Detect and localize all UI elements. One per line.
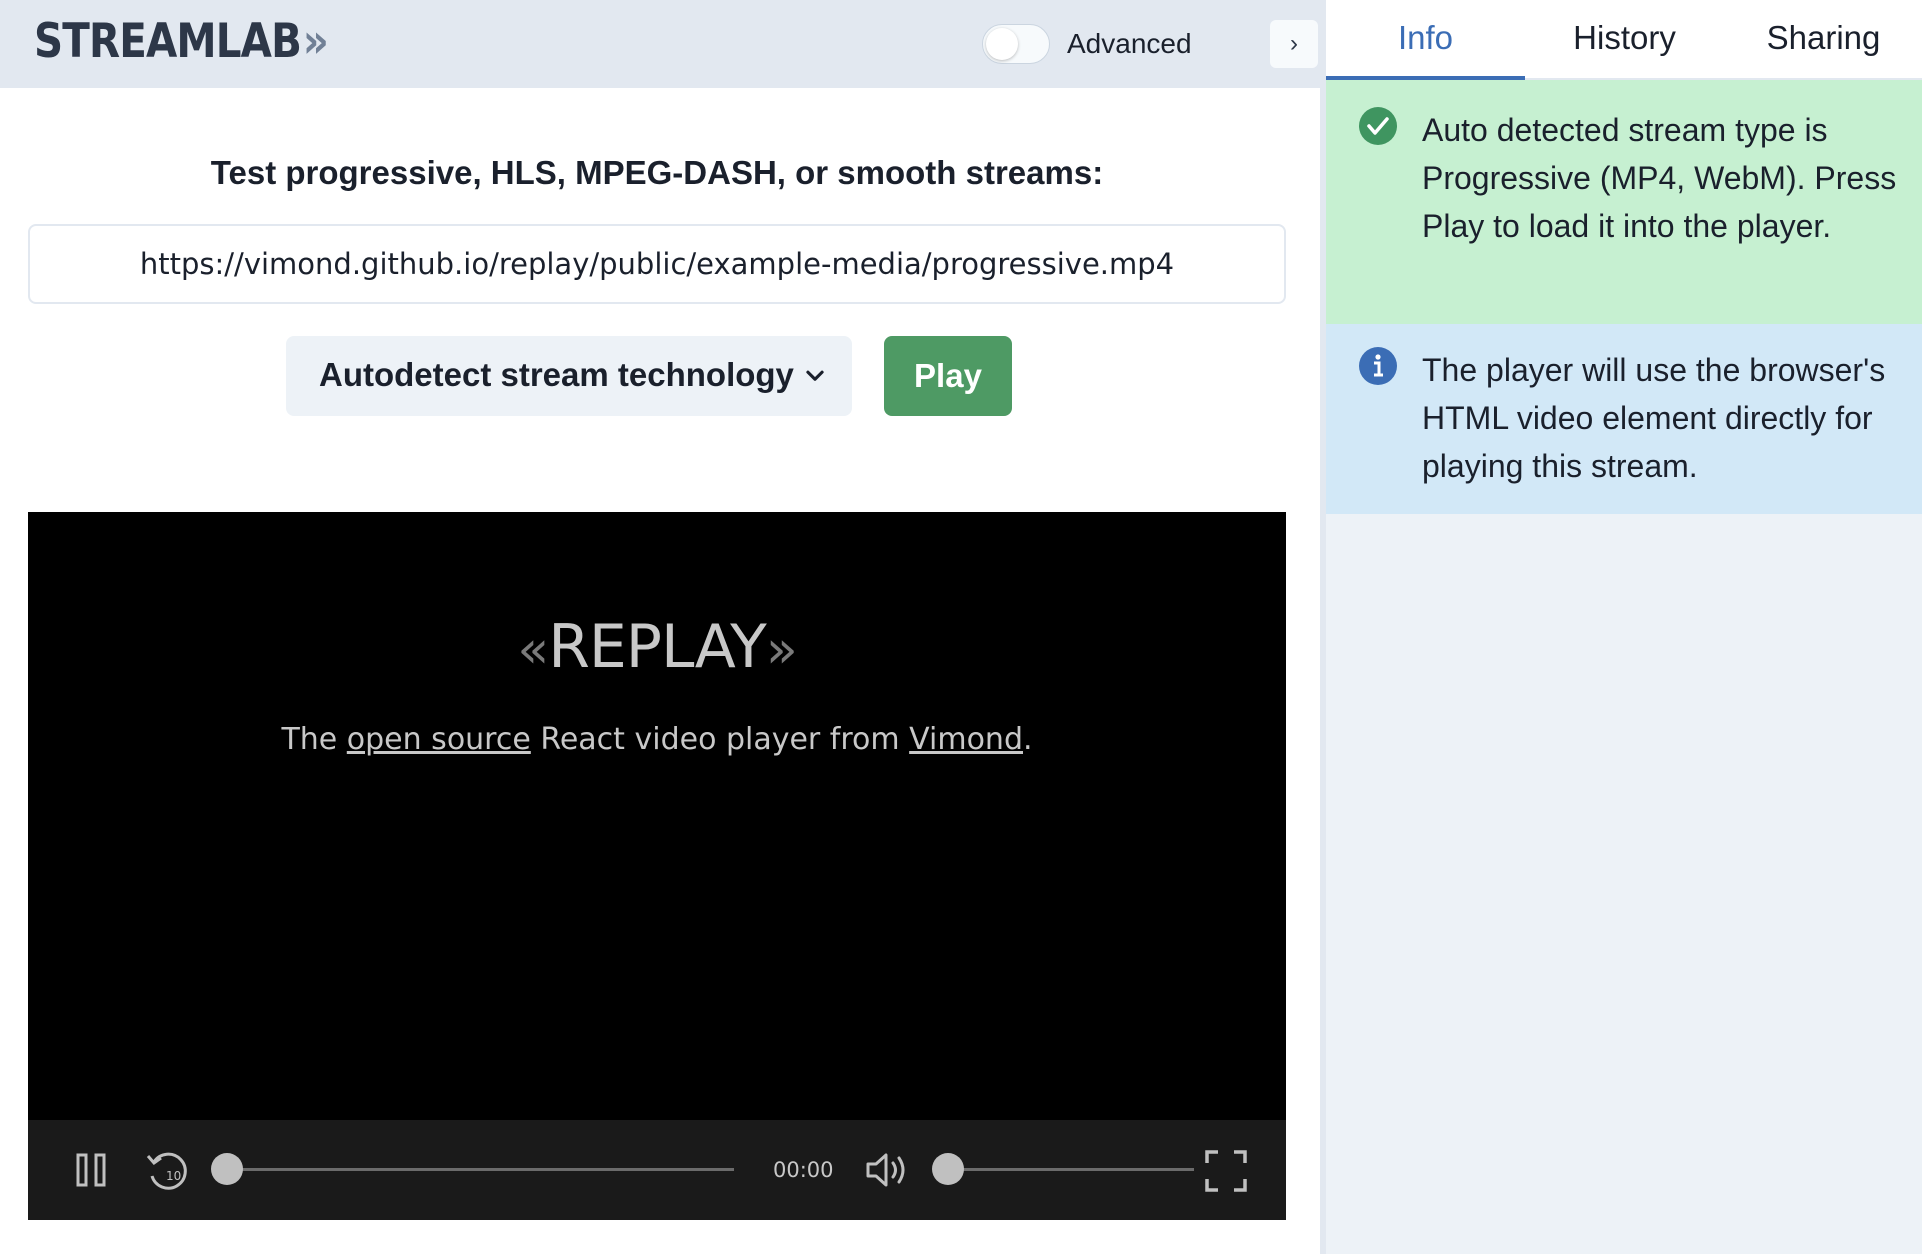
volume-bar[interactable] — [948, 1168, 1194, 1171]
chevron-down-icon — [806, 370, 824, 381]
toggle-knob — [986, 28, 1018, 60]
top-bar: STREAMLAB» Advanced › — [0, 0, 1320, 88]
select-value: Autodetect stream technology — [319, 356, 794, 393]
notice-text: Auto detected stream type is Progressive… — [1422, 112, 1897, 244]
info-panel: Info History Sharing Auto detected strea… — [1326, 0, 1922, 1254]
chevron-right-icon: › — [1290, 30, 1298, 57]
player-controls: 10 00:00 — [28, 1120, 1286, 1220]
volume-icon[interactable] — [864, 1148, 912, 1192]
panel-tabs: Info History Sharing — [1326, 0, 1922, 80]
main-content: Test progressive, HLS, MPEG-DASH, or smo… — [0, 88, 1320, 1254]
page-heading: Test progressive, HLS, MPEG-DASH, or smo… — [210, 154, 1104, 191]
replay-logo-text: REPLAY — [548, 612, 767, 682]
vimond-link[interactable]: Vimond — [909, 722, 1023, 757]
tagline-middle: React video player from — [530, 722, 910, 757]
time-display: 00:00 — [773, 1158, 834, 1182]
tab-history[interactable]: History — [1525, 0, 1724, 80]
play-button[interactable]: Play — [884, 336, 1012, 416]
rewind-10-icon[interactable]: 10 — [144, 1148, 192, 1194]
video-player[interactable]: «REPLAY» The open source React video pla… — [28, 512, 1286, 1220]
rewind-label: 10 — [166, 1169, 181, 1183]
advanced-toggle[interactable] — [982, 24, 1050, 64]
stream-url-input[interactable] — [28, 224, 1286, 304]
seek-handle[interactable] — [211, 1153, 243, 1185]
tab-sharing[interactable]: Sharing — [1724, 0, 1922, 80]
advanced-label: Advanced — [1067, 28, 1192, 59]
success-notice: Auto detected stream type is Progressive… — [1326, 80, 1922, 324]
tagline-prefix: The — [281, 722, 347, 757]
tab-info[interactable]: Info — [1326, 0, 1525, 80]
notice-text: The player will use the browser's HTML v… — [1422, 352, 1886, 484]
volume-handle[interactable] — [932, 1153, 964, 1185]
streamlab-logo[interactable]: STREAMLAB» — [34, 14, 329, 69]
replay-logo-right: » — [765, 620, 798, 680]
collapse-panel-button[interactable]: › — [1270, 20, 1318, 68]
check-circle-icon — [1359, 107, 1397, 145]
tagline-suffix: . — [1023, 722, 1033, 757]
logo-chevrons: » — [302, 14, 329, 69]
player-tagline: The open source React video player from … — [28, 722, 1286, 757]
replay-logo: «REPLAY» — [28, 612, 1286, 682]
info-circle-icon — [1359, 347, 1397, 385]
logo-text: STREAMLAB — [34, 14, 302, 69]
stream-technology-select[interactable]: Autodetect stream technology — [286, 336, 852, 416]
seek-bar[interactable] — [230, 1168, 734, 1171]
pause-icon[interactable] — [72, 1150, 112, 1190]
fullscreen-icon[interactable] — [1203, 1148, 1249, 1194]
info-notice: The player will use the browser's HTML v… — [1326, 324, 1922, 514]
open-source-link[interactable]: open source — [347, 722, 531, 757]
replay-logo-left: « — [517, 620, 549, 680]
